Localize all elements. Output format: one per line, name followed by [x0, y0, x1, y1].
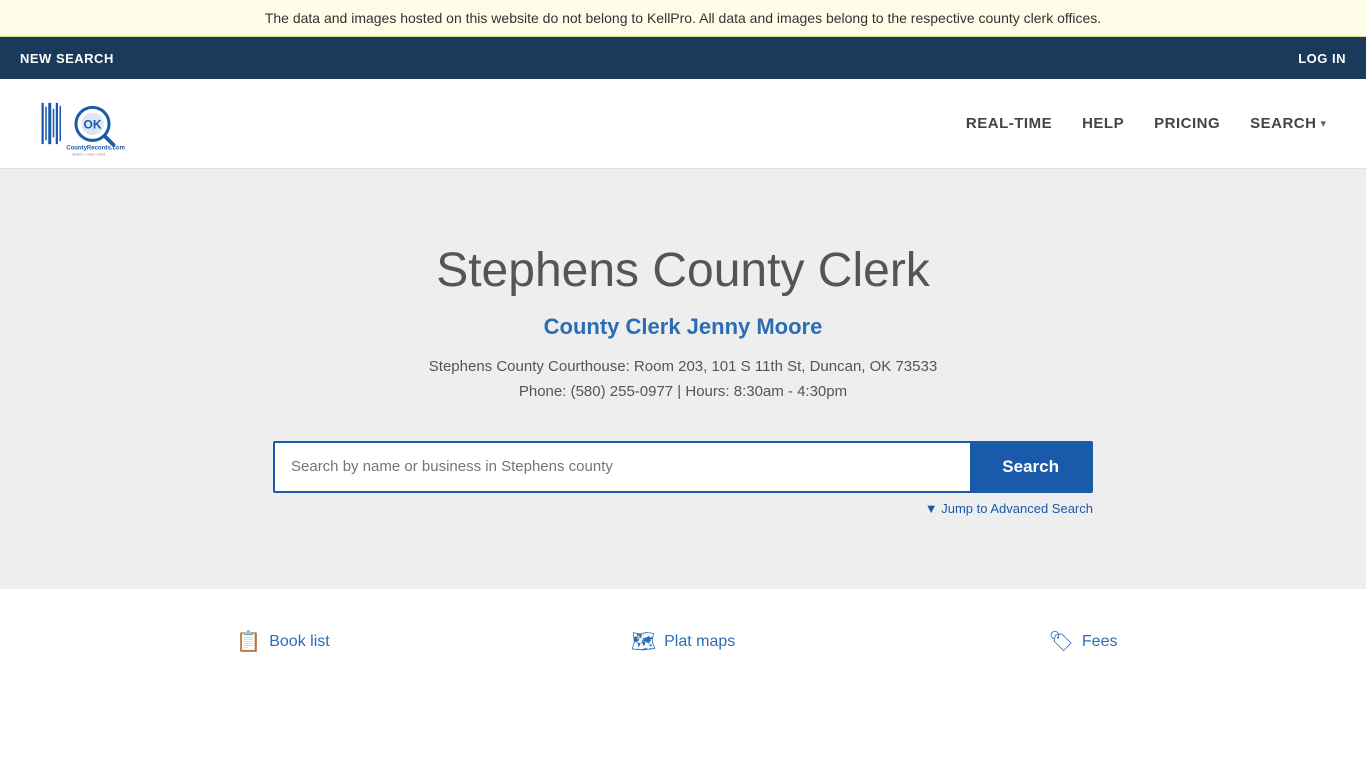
logo-area[interactable]: OK CountyRecords.com search • view • pri… — [40, 91, 130, 156]
site-header: OK CountyRecords.com search • view • pri… — [0, 79, 1366, 169]
banner-text: The data and images hosted on this websi… — [265, 10, 1101, 26]
svg-text:CountyRecords.com: CountyRecords.com — [66, 145, 125, 151]
log-in-link[interactable]: LOG IN — [1298, 51, 1346, 66]
fees-link[interactable]: 🏷 Fees — [883, 629, 1283, 654]
svg-text:OK: OK — [84, 117, 102, 131]
search-bar: Search — [273, 441, 1093, 493]
plat-maps-icon: 🗺 — [631, 629, 656, 654]
nav-real-time[interactable]: REAL-TIME — [966, 115, 1052, 132]
main-nav: REAL-TIME HELP PRICING SEARCH ▾ — [966, 115, 1326, 132]
fees-label: Fees — [1082, 633, 1118, 651]
fees-icon: 🏷 — [1049, 629, 1074, 654]
book-list-icon: 📋 — [236, 629, 261, 654]
site-logo[interactable]: OK CountyRecords.com search • view • pri… — [40, 91, 130, 156]
notice-banner: The data and images hosted on this websi… — [0, 0, 1366, 37]
book-list-label: Book list — [269, 633, 329, 651]
hero-section: Stephens County Clerk County Clerk Jenny… — [0, 169, 1366, 589]
search-container: Search ▼ Jump to Advanced Search — [273, 441, 1093, 516]
top-nav: NEW SEARCH LOG IN — [0, 37, 1366, 79]
clerk-name: County Clerk Jenny Moore — [544, 314, 823, 340]
plat-maps-link[interactable]: 🗺 Plat maps — [483, 629, 883, 654]
nav-help[interactable]: HELP — [1082, 115, 1124, 132]
book-list-link[interactable]: 📋 Book list — [83, 629, 483, 654]
advanced-search-link[interactable]: ▼ Jump to Advanced Search — [925, 501, 1093, 516]
search-button[interactable]: Search — [970, 443, 1091, 491]
nav-search[interactable]: SEARCH — [1250, 115, 1316, 132]
clerk-address: Stephens County Courthouse: Room 203, 10… — [429, 354, 937, 405]
page-title: Stephens County Clerk — [436, 243, 930, 298]
address-line1: Stephens County Courthouse: Room 203, 10… — [429, 354, 937, 380]
nav-search-item[interactable]: SEARCH ▾ — [1250, 115, 1326, 132]
address-line2: Phone: (580) 255-0977 | Hours: 8:30am - … — [429, 379, 937, 405]
nav-pricing[interactable]: PRICING — [1154, 115, 1220, 132]
plat-maps-label: Plat maps — [664, 633, 735, 651]
footer-links-section: 📋 Book list 🗺 Plat maps 🏷 Fees — [0, 589, 1366, 684]
search-input[interactable] — [275, 443, 970, 491]
svg-text:search • view • print: search • view • print — [72, 152, 106, 156]
new-search-link[interactable]: NEW SEARCH — [20, 51, 114, 66]
chevron-down-icon: ▾ — [1320, 117, 1326, 130]
